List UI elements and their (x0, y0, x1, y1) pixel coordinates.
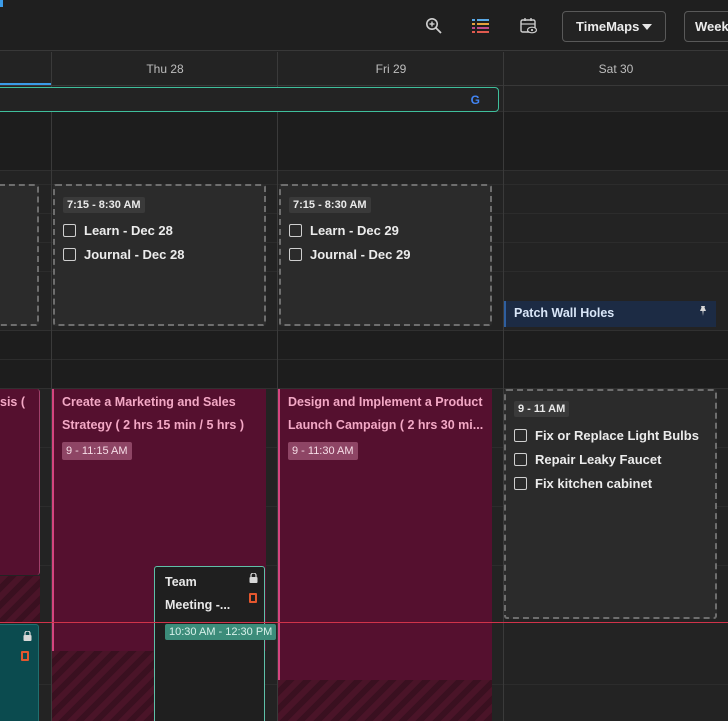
routine-block-partial[interactable] (0, 184, 39, 326)
range-dropdown[interactable]: Week (684, 11, 728, 42)
task-item[interactable]: Journal - Dec 29 (289, 247, 410, 262)
colored-list-icon[interactable] (468, 13, 494, 39)
google-icon: G (470, 93, 480, 107)
event-title-line: Team (165, 575, 197, 589)
task-item[interactable]: Fix or Replace Light Bulbs (514, 428, 699, 443)
event-title: Patch Wall Holes (514, 306, 615, 320)
block-time: 7:15 - 8:30 AM (289, 197, 371, 213)
zoom-in-icon[interactable] (421, 13, 447, 39)
day-label: Thu 28 (146, 61, 184, 76)
day-header-partial (0, 52, 52, 86)
task-item[interactable]: Learn - Dec 28 (63, 223, 173, 238)
event-title-line: Meeting -... (165, 598, 231, 612)
task-checkbox[interactable] (514, 477, 527, 490)
selected-day-underline (0, 83, 51, 85)
home-repairs-block[interactable]: 9 - 11 AM Fix or Replace Light Bulbs Rep… (504, 389, 717, 619)
caret-down-icon (642, 24, 652, 30)
all-day-area (0, 112, 728, 170)
office-icon (249, 593, 257, 603)
task-item[interactable]: Journal - Dec 28 (63, 247, 184, 262)
task-checkbox[interactable] (514, 453, 527, 466)
event-partial-left[interactable]: sis ( (0, 389, 40, 575)
day-label: Sat 30 (598, 61, 634, 76)
lock-icon (249, 572, 258, 586)
routine-block-fri[interactable]: 7:15 - 8:30 AM Learn - Dec 29 Journal - … (279, 184, 492, 326)
patch-wall-holes-event[interactable]: Patch Wall Holes (504, 301, 716, 327)
task-label: Fix kitchen cabinet (535, 476, 653, 491)
range-label: Week (695, 19, 728, 34)
view-mode-label: TimeMaps (576, 19, 640, 34)
block-time: 9 - 11 AM (514, 401, 570, 417)
task-item[interactable]: Repair Leaky Faucet (514, 452, 661, 467)
block-time: 7:15 - 8:30 AM (63, 197, 145, 213)
task-checkbox[interactable] (63, 248, 76, 261)
top-toolbar: TimeMaps Week (0, 0, 728, 51)
view-mode-dropdown[interactable]: TimeMaps (562, 11, 666, 42)
routine-block-thu[interactable]: 7:15 - 8:30 AM Learn - Dec 28 Journal - … (53, 184, 266, 326)
day-header-thu[interactable]: Thu 28 (52, 52, 278, 86)
task-label: Journal - Dec 29 (310, 247, 411, 262)
event-title: Team Meeting -... (165, 571, 230, 617)
task-label: Journal - Dec 28 (84, 247, 185, 262)
task-label: Repair Leaky Faucet (535, 452, 662, 467)
current-time-line (0, 622, 728, 623)
day-label: Fri 29 (375, 61, 407, 76)
google-calendar-event[interactable]: G (0, 87, 499, 112)
event-partial-teal[interactable] (0, 624, 39, 721)
event-title: Create a Marketing and Sales Strategy ( … (62, 395, 245, 432)
event-time: 10:30 AM - 12:30 PM (165, 624, 277, 640)
day-header-sat[interactable]: Sat 30 (504, 52, 728, 86)
task-label: Learn - Dec 28 (84, 223, 173, 238)
task-checkbox[interactable] (514, 429, 527, 442)
event-product-launch[interactable]: Design and Implement a Product Launch Ca… (278, 389, 492, 680)
overflow-stripes (52, 651, 154, 721)
task-item[interactable]: Fix kitchen cabinet (514, 476, 652, 491)
overflow-stripes (0, 576, 40, 622)
calendar-eye-icon[interactable] (516, 13, 542, 39)
event-time: 9 - 11:30 AM (288, 442, 358, 460)
event-time: 9 - 11:15 AM (62, 442, 132, 460)
pin-icon[interactable] (698, 301, 708, 326)
task-label: Fix or Replace Light Bulbs (535, 428, 699, 443)
active-indicator (0, 0, 3, 7)
task-checkbox[interactable] (289, 224, 302, 237)
day-header-fri[interactable]: Fri 29 (278, 52, 504, 86)
task-checkbox[interactable] (63, 224, 76, 237)
lock-icon (23, 630, 32, 644)
task-label: Learn - Dec 29 (310, 223, 399, 238)
overflow-stripes (278, 680, 492, 721)
office-icon (21, 651, 29, 661)
task-checkbox[interactable] (289, 248, 302, 261)
team-meeting-event[interactable]: Team Meeting -... 10:30 AM - 12:30 PM (154, 566, 277, 721)
event-title: sis ( (0, 395, 26, 409)
event-title: Design and Implement a Product Launch Ca… (288, 395, 484, 432)
task-item[interactable]: Learn - Dec 29 (289, 223, 399, 238)
